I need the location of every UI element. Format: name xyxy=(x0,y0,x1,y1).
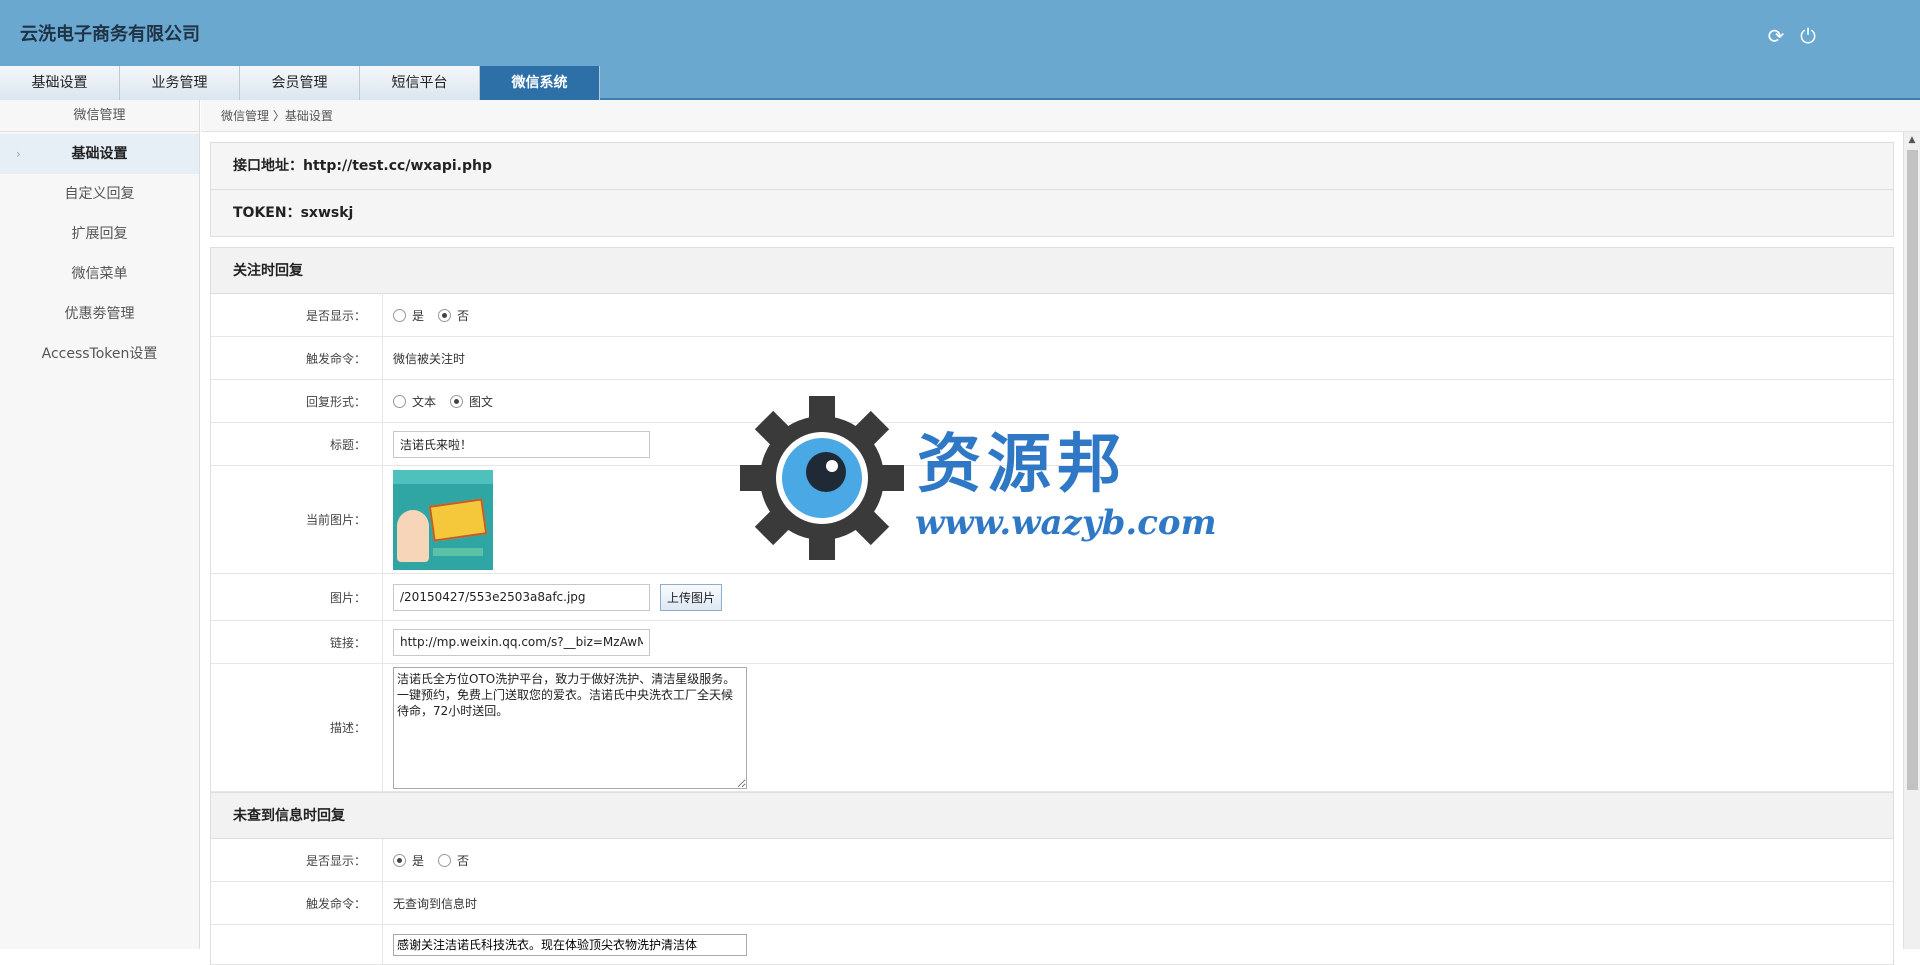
radio-checked-icon xyxy=(438,308,452,322)
sidebar: 微信管理 › 基础设置 自定义回复 扩展回复 微信菜单 优惠劵管理 Access… xyxy=(0,100,200,949)
sidebar-item-basic-settings[interactable]: › 基础设置 xyxy=(0,134,199,174)
sidebar-item-custom-reply[interactable]: 自定义回复 xyxy=(0,174,199,214)
radio-label: 否 xyxy=(457,853,470,868)
token-value: TOKEN：sxwskj xyxy=(210,189,1894,236)
notfound-reply-title: 未查到信息时回复 xyxy=(210,792,1894,839)
description-textarea[interactable]: 洁诺氏全方位OTO洗护平台，致力于做好洗护、清洁星级服务。 一键预约，免费上门送… xyxy=(393,666,747,789)
headline-input[interactable] xyxy=(393,430,650,458)
sidebar-item-label: 优惠劵管理 xyxy=(64,306,135,322)
trigger-label: 触发命令： xyxy=(211,882,383,924)
radio-label: 文本 xyxy=(412,394,437,409)
sidebar-item-label: 微信菜单 xyxy=(71,266,128,282)
radio-checked-icon xyxy=(450,394,464,408)
show-label: 是否显示： xyxy=(211,839,383,881)
image-path-input[interactable] xyxy=(393,583,650,611)
link-label: 链接： xyxy=(211,621,383,663)
tab-wechat[interactable]: 微信系统 xyxy=(480,66,600,100)
reply-mode-label: 回复形式： xyxy=(211,380,383,422)
image-label: 图片： xyxy=(211,574,383,620)
link-input[interactable] xyxy=(393,628,650,656)
radio-circle-icon xyxy=(393,308,406,322)
main-nav: 基础设置 业务管理 会员管理 短信平台 微信系统 xyxy=(0,66,600,100)
sidebar-item-coupons[interactable]: 优惠劵管理 xyxy=(0,294,199,334)
radio-checked-icon xyxy=(393,853,406,867)
sidebar-item-access-token[interactable]: AccessToken设置 xyxy=(0,334,199,374)
app-header: 云洗电子商务有限公司 ⟳ ⏻ 基础设置 业务管理 会员管理 短信平台 微信系统 xyxy=(0,0,1920,100)
radio-label: 是 xyxy=(412,853,425,868)
show-no-radio[interactable]: 否 xyxy=(438,307,469,324)
radio-label: 否 xyxy=(457,308,470,323)
mode-news-radio[interactable]: 图文 xyxy=(450,393,493,410)
radio-circle-icon xyxy=(393,394,406,408)
refresh-icon[interactable]: ⟳ xyxy=(1764,24,1788,48)
company-name: 云洗电子商务有限公司 xyxy=(20,24,200,45)
show-yes-radio[interactable]: 是 xyxy=(393,307,424,324)
sidebar-item-wechat-menu[interactable]: 微信菜单 xyxy=(0,254,199,294)
mode-text-radio[interactable]: 文本 xyxy=(393,393,436,410)
chevron-right-icon: › xyxy=(16,147,21,161)
sidebar-header: 微信管理 xyxy=(0,100,199,132)
description-label: 描述： xyxy=(211,664,383,791)
scrollbar-thumb[interactable] xyxy=(1907,150,1918,790)
notfound-show-no-radio[interactable]: 否 xyxy=(438,852,469,869)
sidebar-item-label: 扩展回复 xyxy=(71,226,128,242)
tab-members[interactable]: 会员管理 xyxy=(240,66,360,100)
sidebar-item-label: 自定义回复 xyxy=(64,186,135,202)
api-address: 接口地址：http://test.cc/wxapi.php xyxy=(210,142,1894,189)
breadcrumb: 微信管理 〉基础设置 xyxy=(201,100,1920,132)
tab-business[interactable]: 业务管理 xyxy=(120,66,240,100)
current-image-thumbnail xyxy=(393,469,493,570)
power-icon[interactable]: ⏻ xyxy=(1796,24,1820,48)
radio-label: 图文 xyxy=(469,394,494,409)
trigger-label: 触发命令： xyxy=(211,337,383,379)
upload-image-button[interactable]: 上传图片 xyxy=(660,583,723,611)
main-content: 接口地址：http://test.cc/wxapi.php TOKEN：sxws… xyxy=(210,142,1894,965)
current-image-label: 当前图片： xyxy=(211,466,383,573)
radio-label: 是 xyxy=(412,308,425,323)
radio-circle-icon xyxy=(438,853,452,867)
trigger-value: 无查询到信息时 xyxy=(393,896,478,911)
follow-reply-title: 关注时回复 xyxy=(210,247,1894,294)
notfound-description-textarea[interactable]: 感谢关注洁诺氏科技洗衣。现在体验顶尖衣物洗护清洁体 xyxy=(393,933,747,956)
trigger-value: 微信被关注时 xyxy=(393,351,466,366)
headline-label: 标题： xyxy=(211,423,383,465)
tab-sms[interactable]: 短信平台 xyxy=(360,66,480,100)
sidebar-item-label: 基础设置 xyxy=(71,146,128,162)
scroll-up-icon[interactable]: ▲ xyxy=(1904,132,1920,148)
show-label: 是否显示： xyxy=(211,294,383,336)
page-scrollbar[interactable]: ▲ xyxy=(1903,132,1920,949)
notfound-show-yes-radio[interactable]: 是 xyxy=(393,852,424,869)
sidebar-item-extended-reply[interactable]: 扩展回复 xyxy=(0,214,199,254)
sidebar-item-label: AccessToken设置 xyxy=(41,346,158,362)
tab-basic-settings[interactable]: 基础设置 xyxy=(0,66,120,100)
